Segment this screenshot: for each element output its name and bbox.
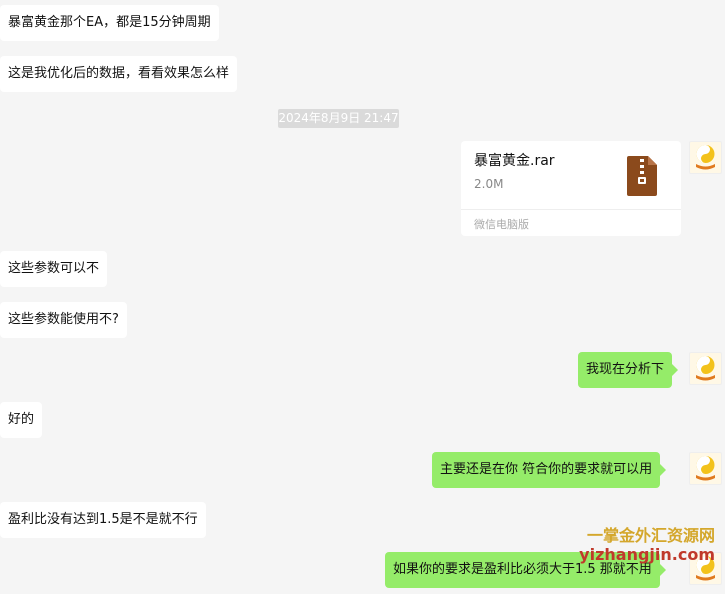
yin-yang-logo-icon [696, 356, 715, 381]
message-timestamp: 2024年8月9日 21:47 [278, 109, 399, 128]
yin-yang-logo-icon [696, 456, 715, 481]
watermark-url: yizhangjin.com [579, 545, 715, 564]
message-bubble[interactable]: 暴富黄金那个EA，都是15分钟周期 [0, 5, 219, 41]
file-name: 暴富黄金.rar [474, 153, 555, 169]
message-text: 这些参数能使用不? [8, 312, 119, 327]
divider [461, 209, 681, 210]
file-message-card[interactable]: 暴富黄金.rar 2.0M 微信电脑版 [461, 141, 681, 236]
message-bubble[interactable]: 这些参数能使用不? [0, 302, 127, 338]
message-bubble[interactable]: 盈利比没有达到1.5是不是就不行 [0, 502, 206, 538]
message-text: 主要还是在你 符合你的要求就可以用 [440, 462, 653, 477]
zip-archive-icon [627, 156, 657, 196]
file-source-label: 微信电脑版 [474, 218, 529, 231]
watermark-site-name: 一掌金外汇资源网 [586, 526, 715, 545]
message-text: 盈利比没有达到1.5是不是就不行 [8, 512, 198, 527]
message-text: 我现在分析下 [586, 362, 665, 377]
message-text: 好的 [8, 412, 35, 427]
message-text: 这些参数可以不 [8, 261, 100, 276]
message-text: 如果你的要求是盈利比必须大于1.5 那就不用 [393, 562, 652, 577]
avatar[interactable] [689, 352, 722, 385]
message-bubble[interactable]: 好的 [0, 402, 43, 438]
message-bubble[interactable]: 主要还是在你 符合你的要求就可以用 [432, 452, 667, 488]
message-bubble[interactable]: 这些参数可以不 [0, 251, 108, 287]
message-text: 暴富黄金那个EA，都是15分钟周期 [8, 15, 211, 30]
message-bubble[interactable]: 这是我优化后的数据，看看效果怎么样 [0, 56, 238, 92]
message-bubble[interactable]: 我现在分析下 [578, 352, 679, 388]
file-size: 2.0M [474, 177, 504, 191]
avatar[interactable] [689, 141, 722, 174]
yin-yang-logo-icon [696, 145, 715, 170]
avatar[interactable] [689, 452, 722, 485]
message-text: 这是我优化后的数据，看看效果怎么样 [8, 66, 230, 81]
